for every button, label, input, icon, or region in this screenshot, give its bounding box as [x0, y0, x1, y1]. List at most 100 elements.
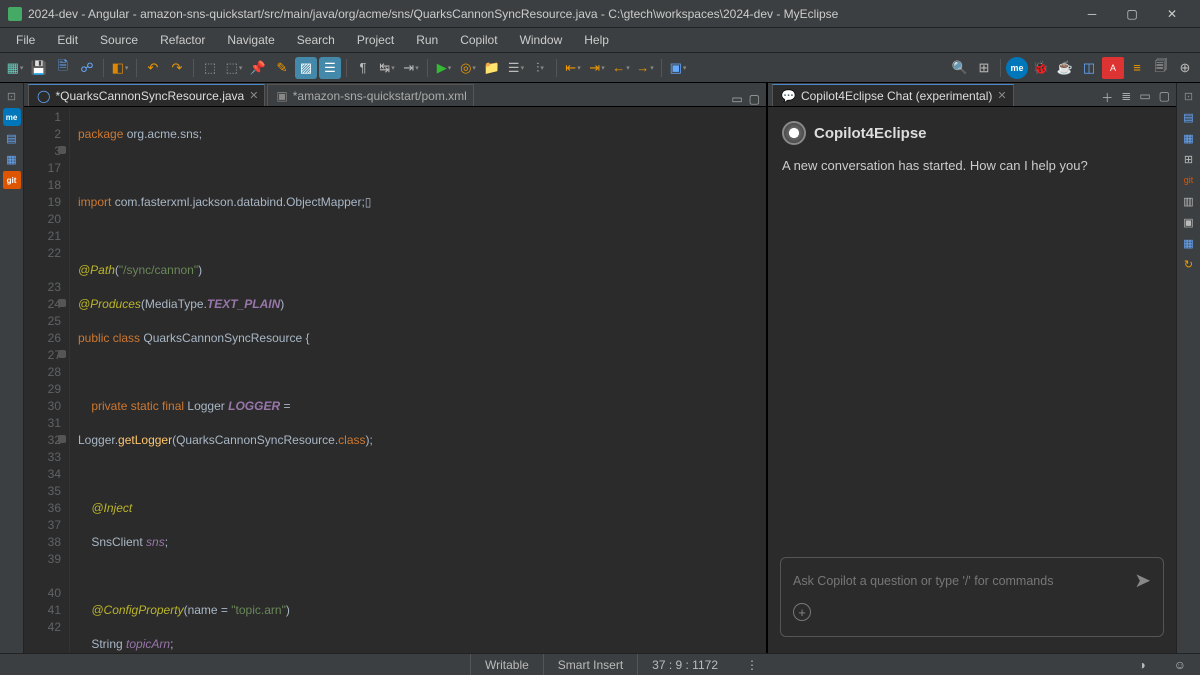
run-button[interactable]: ▶ [433, 57, 455, 79]
copilot-avatar-icon [782, 121, 806, 145]
align-button[interactable]: ↹ [376, 57, 398, 79]
panel-icon-6[interactable]: ▦ [1180, 234, 1198, 252]
maximize-view-icon[interactable]: ▢ [749, 92, 760, 106]
panel-icon-4[interactable]: ▥ [1180, 192, 1198, 210]
panel-icon-5[interactable]: ▣ [1180, 213, 1198, 231]
more-icon[interactable]: ⊕ [1174, 57, 1196, 79]
me-icon[interactable]: me [1006, 57, 1028, 79]
tab-copilot-chat[interactable]: 💬 Copilot4Eclipse Chat (experimental) ✕ [772, 84, 1014, 106]
menu-help[interactable]: Help [574, 30, 619, 50]
maximize-button[interactable]: ▢ [1112, 0, 1152, 28]
history-icon[interactable]: ≣ [1121, 89, 1131, 106]
close-icon[interactable]: ✕ [249, 89, 258, 102]
angular-icon[interactable]: A [1102, 57, 1124, 79]
minimize-view-icon[interactable]: ▭ [731, 92, 742, 106]
git-icon[interactable]: git [1180, 171, 1198, 189]
cut-button[interactable]: ⬚ [199, 57, 221, 79]
indent-button[interactable]: ⇥ [400, 57, 422, 79]
redo-button[interactable]: ↷ [166, 57, 188, 79]
bug-icon[interactable]: 🐞 [1030, 57, 1052, 79]
explorer-icon[interactable]: ▤ [3, 129, 21, 147]
copy-icon[interactable]: 🗐 [1150, 57, 1172, 79]
menu-edit[interactable]: Edit [47, 30, 88, 50]
menu-file[interactable]: File [6, 30, 45, 50]
me-rail-icon[interactable]: me [3, 108, 21, 126]
save-all-button[interactable]: 🗎 [52, 57, 74, 79]
chat-message: A new conversation has started. How can … [782, 157, 1162, 175]
status-menu-icon[interactable]: ⋮ [732, 654, 772, 675]
close-icon[interactable]: ✕ [997, 89, 1006, 102]
search-icon[interactable]: 🔍 [949, 57, 971, 79]
tab-label: *amazon-sns-quickstart/pom.xml [293, 89, 467, 103]
code-content[interactable]: package org.acme.sns; import com.fasterx… [70, 107, 766, 653]
copilot-chat-panel: 💬 Copilot4Eclipse Chat (experimental) ✕ … [766, 83, 1176, 653]
panel-icon-1[interactable]: ▤ [1180, 108, 1198, 126]
mark-button[interactable]: ☰ [319, 57, 341, 79]
highlight-button[interactable]: ▨ [295, 57, 317, 79]
grid-icon[interactable]: ⊞ [973, 57, 995, 79]
git-rail-icon[interactable]: git [3, 171, 21, 189]
para-button[interactable]: ¶ [352, 57, 374, 79]
db-icon[interactable]: ≡ [1126, 57, 1148, 79]
menu-copilot[interactable]: Copilot [450, 30, 507, 50]
restore-right-icon[interactable]: ⊡ [1180, 87, 1198, 105]
status-mode[interactable]: Writable [470, 654, 543, 675]
status-copilot-icon[interactable]: ☺ [1160, 654, 1200, 675]
build-button[interactable]: ◧ [109, 57, 131, 79]
pin-button[interactable]: 📌 [247, 57, 269, 79]
prev-button[interactable]: ← [610, 57, 632, 79]
menu-refactor[interactable]: Refactor [150, 30, 215, 50]
close-button[interactable]: ✕ [1152, 0, 1192, 28]
status-position[interactable]: 37 : 9 : 1172 [637, 654, 732, 675]
back-button[interactable]: ⇤ [562, 57, 584, 79]
menu-project[interactable]: Project [347, 30, 404, 50]
tab-quarks-resource[interactable]: ◯ *QuarksCannonSyncResource.java ✕ [28, 84, 265, 106]
java-icon[interactable]: ☕ [1054, 57, 1076, 79]
history-rail-icon[interactable]: ↻ [1180, 255, 1198, 273]
maximize-icon[interactable]: ▢ [1159, 89, 1170, 106]
title-bar: 2024-dev - Angular - amazon-sns-quicksta… [0, 0, 1200, 28]
menu-run[interactable]: Run [406, 30, 448, 50]
app-icon [8, 7, 22, 21]
menu-navigate[interactable]: Navigate [217, 30, 284, 50]
minimize-icon[interactable]: ▭ [1139, 89, 1150, 106]
java-file-icon: ◯ [37, 89, 50, 103]
send-icon[interactable]: ➤ [1134, 568, 1151, 593]
panel-icon-3[interactable]: ⊞ [1180, 150, 1198, 168]
task-button[interactable]: ☰ [505, 57, 527, 79]
main-toolbar: ▦ 💾 🗎 ☍ ◧ ↶ ↷ ⬚ ⬚ 📌 ✎ ▨ ☰ ¶ ↹ ⇥ ▶ ◎ 📁 ☰ … [0, 53, 1200, 83]
line-gutter: 1231718192021222324252627282930313233343… [24, 107, 70, 653]
menu-search[interactable]: Search [287, 30, 345, 50]
save-button[interactable]: 💾 [28, 57, 50, 79]
attach-icon[interactable]: + [793, 603, 811, 621]
status-insert[interactable]: Smart Insert [543, 654, 637, 675]
status-tip-icon[interactable]: ◑ [1124, 654, 1159, 675]
editor-area: ◯ *QuarksCannonSyncResource.java ✕ ▣ *am… [24, 83, 766, 653]
menu-source[interactable]: Source [90, 30, 148, 50]
outline-icon[interactable]: ▦ [3, 150, 21, 168]
undo-button[interactable]: ↶ [142, 57, 164, 79]
tool-button[interactable]: ▣ [667, 57, 689, 79]
box-icon[interactable]: ◫ [1078, 57, 1100, 79]
status-bar: Writable Smart Insert 37 : 9 : 1172 ⋮ ◑ … [0, 653, 1200, 675]
new-button[interactable]: ▦ [4, 57, 26, 79]
paste-button[interactable]: ⬚ [223, 57, 245, 79]
xml-file-icon: ▣ [276, 89, 287, 103]
folder-button[interactable]: 📁 [481, 57, 503, 79]
code-editor[interactable]: 1231718192021222324252627282930313233343… [24, 107, 766, 653]
restore-icon[interactable]: ⊡ [3, 87, 21, 105]
new-chat-icon[interactable]: ＋ [1101, 89, 1113, 106]
panel-icon-2[interactable]: ▦ [1180, 129, 1198, 147]
debug-button[interactable]: ◎ [457, 57, 479, 79]
wand-button[interactable]: ✎ [271, 57, 293, 79]
menu-window[interactable]: Window [510, 30, 573, 50]
fwd-button[interactable]: ⇥ [586, 57, 608, 79]
list-button[interactable]: ⫶ [529, 57, 551, 79]
minimize-button[interactable]: ─ [1072, 0, 1112, 28]
next-button[interactable]: → [634, 57, 656, 79]
toggle-button[interactable]: ☍ [76, 57, 98, 79]
tab-pom-xml[interactable]: ▣ *amazon-sns-quickstart/pom.xml [267, 84, 473, 106]
chat-header: Copilot4Eclipse [782, 121, 1162, 145]
chat-input-box[interactable]: Ask Copilot a question or type '/' for c… [780, 557, 1164, 637]
window-title: 2024-dev - Angular - amazon-sns-quicksta… [28, 7, 1072, 21]
